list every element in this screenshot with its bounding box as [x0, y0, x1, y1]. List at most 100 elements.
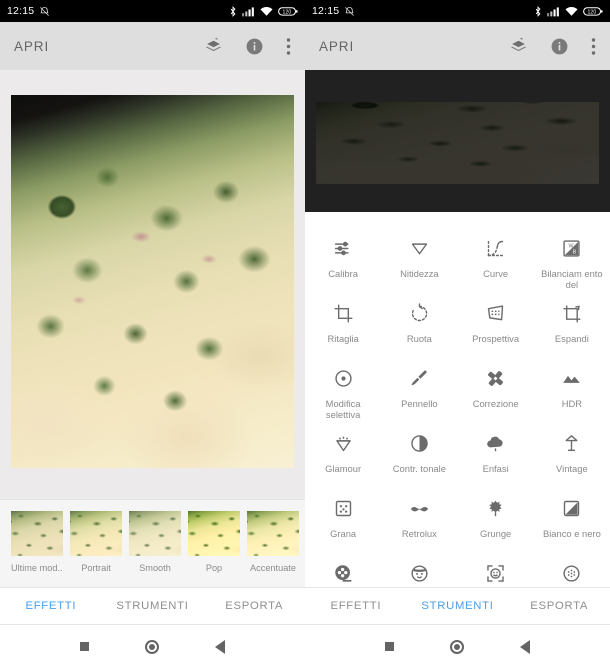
- tool-glamour[interactable]: Glamour: [305, 421, 381, 486]
- tool-label: Bianco e nero: [542, 528, 601, 539]
- grain-icon: [333, 495, 354, 521]
- curve-icon: [485, 235, 506, 261]
- bottom-tabs-left[interactable]: EFFETTI STRUMENTI ESPORTA: [0, 587, 305, 625]
- tool-grunge[interactable]: Grunge: [458, 486, 534, 551]
- tool-bianco-e-nero[interactable]: Bianco e nero: [534, 486, 610, 551]
- dim-overlay: [305, 70, 610, 212]
- home-circle-icon[interactable]: [145, 639, 159, 654]
- android-nav-bar-right[interactable]: [305, 625, 610, 668]
- home-circle-icon[interactable]: [450, 639, 464, 654]
- back-triangle-icon[interactable]: [520, 639, 530, 654]
- app-bar-left: APRI: [0, 22, 305, 70]
- tool-contrasto-tonale[interactable]: Contr. tonale: [381, 421, 457, 486]
- tool-noir[interactable]: Noir: [305, 551, 381, 587]
- edited-photo[interactable]: [11, 95, 294, 468]
- tool-label: HDR: [561, 398, 583, 409]
- tool-label: Modifica selettiva: [325, 398, 361, 420]
- layers-stack-icon[interactable]: [204, 37, 223, 56]
- recents-square-icon[interactable]: [80, 642, 89, 651]
- filter-thumb-3[interactable]: Pop: [188, 511, 240, 573]
- tonal-contrast-icon: [409, 430, 430, 456]
- tab-effetti[interactable]: EFFETTI: [305, 600, 407, 612]
- tool-hdr[interactable]: HDR: [534, 356, 610, 421]
- filter-label: Ultime mod...: [11, 563, 63, 573]
- tool-label: Ritaglia: [327, 333, 359, 344]
- bell-muted-icon: [39, 6, 50, 17]
- tool-ritratto[interactable]: Ritratto: [381, 551, 457, 587]
- bottom-tabs-right[interactable]: EFFETTI STRUMENTI ESPORTA: [305, 587, 610, 625]
- tool-nitidezza[interactable]: Nitidezza: [381, 226, 457, 291]
- filter-label: Pop: [205, 563, 223, 573]
- filter-filmstrip[interactable]: Ultime mod... Portrait Smooth Pop Accent…: [0, 499, 305, 587]
- tool-label: Contr. tonale: [392, 463, 446, 474]
- tool-enfasi[interactable]: Enfasi: [458, 421, 534, 486]
- tab-esporta[interactable]: ESPORTA: [508, 600, 610, 612]
- android-nav-bar-left[interactable]: [0, 625, 305, 668]
- app-bar-right: APRI: [305, 22, 610, 70]
- tool-ritaglia[interactable]: Ritaglia: [305, 291, 381, 356]
- tool-label: Enfasi: [482, 463, 509, 474]
- right-phone-screen: 12:15 120 APRI Calibra Nitidezza Curve W…: [305, 0, 610, 668]
- info-icon[interactable]: [550, 37, 569, 56]
- bluetooth-icon: [229, 5, 237, 17]
- status-bar-clock: 12:15: [7, 5, 35, 17]
- filter-label: Smooth: [139, 563, 171, 573]
- filter-label: Accentuate: [250, 563, 296, 573]
- tool-label: Espandi: [554, 333, 589, 344]
- svg-text:120: 120: [587, 9, 596, 15]
- dimmed-photo-preview[interactable]: [305, 70, 610, 212]
- white-balance-icon: W B: [561, 235, 582, 261]
- filter-thumb-1[interactable]: Portrait: [70, 511, 122, 573]
- tab-esporta[interactable]: ESPORTA: [203, 600, 305, 612]
- tool-pennello[interactable]: Pennello: [381, 356, 457, 421]
- overflow-menu-icon[interactable]: [591, 37, 596, 56]
- status-bar-icons: 120: [534, 5, 603, 17]
- filter-label: Portrait: [81, 563, 111, 573]
- sliders-icon: [333, 235, 354, 261]
- tool-label: Nitidezza: [400, 268, 439, 279]
- tab-strumenti[interactable]: STRUMENTI: [407, 600, 509, 612]
- tool-modifica-selettiva[interactable]: Modifica selettiva: [305, 356, 381, 421]
- open-label[interactable]: APRI: [319, 39, 354, 54]
- tool-vintage[interactable]: Vintage: [534, 421, 610, 486]
- app-bar-actions-left: [204, 37, 291, 56]
- tool-espandi[interactable]: Espandi: [534, 291, 610, 356]
- tool-curve[interactable]: Curve: [458, 226, 534, 291]
- recents-square-icon[interactable]: [385, 642, 394, 651]
- tab-strumenti[interactable]: STRUMENTI: [102, 600, 204, 612]
- tool-bilanciamento-del-bianco[interactable]: W B Bilanciam ento del: [534, 226, 610, 291]
- film-reel-icon: [333, 560, 354, 586]
- lens-blur-icon: [561, 560, 582, 586]
- tool-sfocatura[interactable]: Sfocatura: [534, 551, 610, 587]
- tool-prospettiva[interactable]: Prospettiva: [458, 291, 534, 356]
- tool-grana[interactable]: Grana: [305, 486, 381, 551]
- tool-ruota[interactable]: Ruota: [381, 291, 457, 356]
- filter-thumb-4[interactable]: Accentuate: [247, 511, 299, 573]
- lamp-icon: [561, 430, 582, 456]
- filter-thumb-image: [70, 511, 122, 556]
- tool-label: Curve: [483, 268, 509, 279]
- filter-thumb-image: [188, 511, 240, 556]
- tools-panel: Calibra Nitidezza Curve W B Bilanciam en…: [305, 212, 610, 587]
- filter-thumb-2[interactable]: Smooth: [129, 511, 181, 573]
- photo-stage-left[interactable]: [0, 70, 305, 499]
- tools-grid[interactable]: Calibra Nitidezza Curve W B Bilanciam en…: [305, 226, 610, 587]
- back-triangle-icon[interactable]: [215, 639, 225, 654]
- svg-text:120: 120: [282, 9, 291, 15]
- tool-label: Vintage: [556, 463, 588, 474]
- tool-label: Glamour: [325, 463, 362, 474]
- overflow-menu-icon[interactable]: [286, 37, 291, 56]
- open-label[interactable]: APRI: [14, 39, 49, 54]
- triangle-down-icon: [409, 235, 430, 261]
- wifi-icon: [565, 6, 578, 17]
- healing-patch-icon: [485, 365, 506, 391]
- tool-correzione[interactable]: Correzione: [458, 356, 534, 421]
- tool-posa-testa[interactable]: Posa testa: [458, 551, 534, 587]
- tab-effetti[interactable]: EFFETTI: [0, 600, 102, 612]
- battery-icon: 120: [583, 6, 603, 17]
- tool-retrolux[interactable]: Retrolux: [381, 486, 457, 551]
- tool-calibra[interactable]: Calibra: [305, 226, 381, 291]
- layers-stack-icon[interactable]: [509, 37, 528, 56]
- info-icon[interactable]: [245, 37, 264, 56]
- filter-thumb-0[interactable]: Ultime mod...: [11, 511, 63, 573]
